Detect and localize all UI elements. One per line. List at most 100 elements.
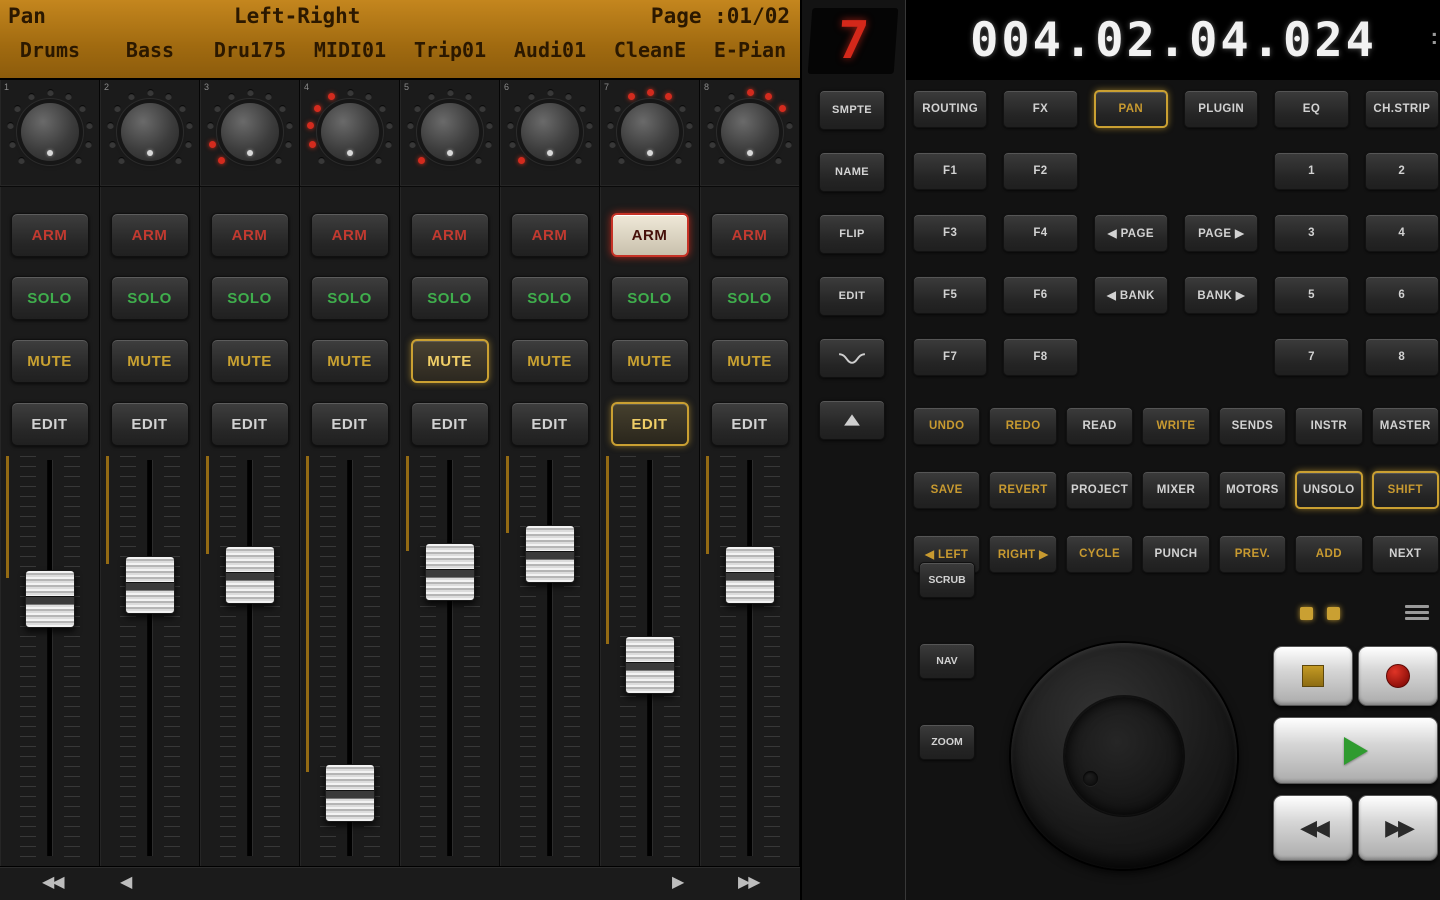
fader-track[interactable] (500, 456, 599, 860)
arm-button[interactable]: ARM (111, 213, 189, 257)
bank-left-button[interactable]: ◀◀ (36, 871, 69, 892)
undo-button[interactable]: UNDO (913, 407, 980, 445)
fader-cap[interactable] (625, 636, 675, 694)
ch-strip-button[interactable]: CH.STRIP (1365, 90, 1439, 128)
fader-track[interactable] (700, 456, 799, 860)
channel-edit-button[interactable]: EDIT (411, 402, 489, 446)
f6-button[interactable]: F6 (1003, 276, 1077, 314)
shift-up-button[interactable] (819, 400, 885, 440)
zoom-button[interactable]: ZOOM (919, 724, 975, 760)
fader-cap[interactable] (125, 556, 175, 614)
mute-button[interactable]: MUTE (711, 339, 789, 383)
mixer-button[interactable]: MIXER (1142, 471, 1209, 509)
plugin-button[interactable]: PLUGIN (1184, 90, 1258, 128)
fader-cap[interactable] (425, 543, 475, 601)
motors-button[interactable]: MOTORS (1219, 471, 1286, 509)
num-2-button[interactable]: 2 (1365, 152, 1439, 190)
channel-edit-button[interactable]: EDIT (211, 402, 289, 446)
pan-knob[interactable]: 1 (0, 80, 99, 187)
menu-icon[interactable] (1405, 602, 1429, 623)
nav-button[interactable]: NAV (919, 643, 975, 679)
num-5-button[interactable]: 5 (1274, 276, 1348, 314)
f2-button[interactable]: F2 (1003, 152, 1077, 190)
pan-knob[interactable]: 4 (300, 80, 399, 187)
solo-button[interactable]: SOLO (311, 276, 389, 320)
next-button[interactable]: NEXT (1372, 535, 1439, 573)
read-button[interactable]: READ (1066, 407, 1133, 445)
mute-button[interactable]: MUTE (611, 339, 689, 383)
fader-cap[interactable] (225, 546, 275, 604)
num-6-button[interactable]: 6 (1365, 276, 1439, 314)
scrub-button[interactable]: SCRUB (919, 562, 975, 598)
play-button[interactable] (1273, 717, 1438, 784)
write-button[interactable]: WRITE (1142, 407, 1209, 445)
fader-track[interactable] (600, 456, 699, 860)
pan-knob[interactable]: 5 (400, 80, 499, 187)
fader-track[interactable] (300, 456, 399, 860)
jog-wheel[interactable] (1011, 643, 1237, 869)
save-button[interactable]: SAVE (913, 471, 980, 509)
solo-button[interactable]: SOLO (611, 276, 689, 320)
shift-button[interactable]: SHIFT (1372, 471, 1439, 509)
sends-button[interactable]: SENDS (1219, 407, 1286, 445)
crossfade-button[interactable] (819, 338, 885, 378)
f7-button[interactable]: F7 (913, 338, 987, 376)
solo-button[interactable]: SOLO (511, 276, 589, 320)
pan-knob[interactable]: 3 (200, 80, 299, 187)
f3-button[interactable]: F3 (913, 214, 987, 252)
fader-cap[interactable] (725, 546, 775, 604)
add-button[interactable]: ADD (1295, 535, 1362, 573)
channel-edit-button[interactable]: EDIT (511, 402, 589, 446)
fader-track[interactable] (0, 456, 99, 860)
mute-button[interactable]: MUTE (411, 339, 489, 383)
channel-left-button[interactable]: ◀ (114, 871, 136, 892)
solo-button[interactable]: SOLO (111, 276, 189, 320)
bank-right-button[interactable]: BANK ▶ (1184, 276, 1258, 314)
mute-button[interactable]: MUTE (111, 339, 189, 383)
pan-knob[interactable]: 6 (500, 80, 599, 187)
fader-cap[interactable] (325, 764, 375, 822)
solo-button[interactable]: SOLO (11, 276, 89, 320)
name-button[interactable]: NAME (819, 152, 885, 192)
solo-button[interactable]: SOLO (711, 276, 789, 320)
flip-button[interactable]: FLIP (819, 214, 885, 254)
arm-button[interactable]: ARM (311, 213, 389, 257)
mute-button[interactable]: MUTE (511, 339, 589, 383)
prev-button[interactable]: PREV. (1219, 535, 1286, 573)
arm-button[interactable]: ARM (511, 213, 589, 257)
pan-button[interactable]: PAN (1094, 90, 1168, 128)
bank-left-button[interactable]: ◀ BANK (1094, 276, 1168, 314)
channel-edit-button[interactable]: EDIT (111, 402, 189, 446)
pan-knob[interactable]: 8 (700, 80, 799, 187)
channel-right-button[interactable]: ▶ (666, 871, 688, 892)
bank-right-button[interactable]: ▶▶ (732, 871, 765, 892)
num-8-button[interactable]: 8 (1365, 338, 1439, 376)
mute-button[interactable]: MUTE (311, 339, 389, 383)
right-button[interactable]: RIGHT ▶ (989, 535, 1056, 573)
channel-edit-button[interactable]: EDIT (711, 402, 789, 446)
fader-cap[interactable] (25, 570, 75, 628)
fader-track[interactable] (100, 456, 199, 860)
smpte-button[interactable]: SMPTE (819, 90, 885, 130)
master-button[interactable]: MASTER (1372, 407, 1439, 445)
arm-button[interactable]: ARM (211, 213, 289, 257)
edit-button[interactable]: EDIT (819, 276, 885, 316)
fader-cap[interactable] (525, 525, 575, 583)
solo-button[interactable]: SOLO (411, 276, 489, 320)
cycle-button[interactable]: CYCLE (1066, 535, 1133, 573)
channel-edit-button[interactable]: EDIT (611, 402, 689, 446)
mute-button[interactable]: MUTE (11, 339, 89, 383)
rewind-button[interactable]: ◀◀ (1273, 795, 1353, 861)
arm-button[interactable]: ARM (611, 213, 689, 257)
f8-button[interactable]: F8 (1003, 338, 1077, 376)
pan-knob[interactable]: 2 (100, 80, 199, 187)
f1-button[interactable]: F1 (913, 152, 987, 190)
fader-track[interactable] (400, 456, 499, 860)
page-right-button[interactable]: PAGE ▶ (1184, 214, 1258, 252)
arm-button[interactable]: ARM (411, 213, 489, 257)
eq-button[interactable]: EQ (1274, 90, 1348, 128)
num-4-button[interactable]: 4 (1365, 214, 1439, 252)
num-7-button[interactable]: 7 (1274, 338, 1348, 376)
channel-edit-button[interactable]: EDIT (311, 402, 389, 446)
channel-edit-button[interactable]: EDIT (11, 402, 89, 446)
